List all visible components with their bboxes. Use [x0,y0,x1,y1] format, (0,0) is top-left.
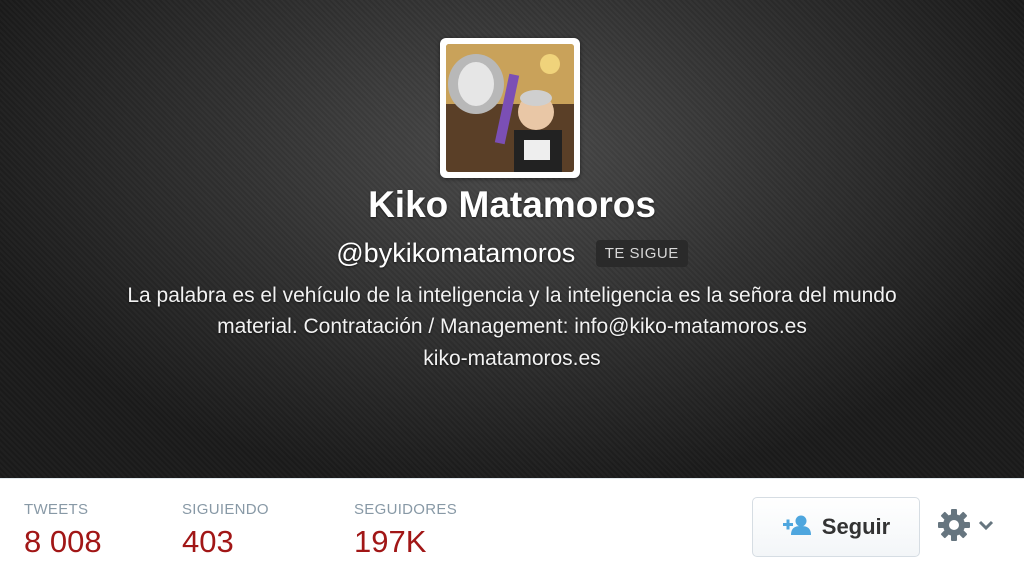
stat-label: TWEETS [24,501,89,518]
stat-value: 403 [182,524,234,559]
stat-tweets[interactable]: TWEETS 8 008 [24,501,102,560]
stat-following[interactable]: SIGUIENDO 403 [182,501,269,560]
stat-label: SIGUIENDO [182,501,269,518]
follows-you-badge: TE SIGUE [595,240,688,267]
follow-button-label: Seguir [821,514,891,539]
profile-bio: La palabra es el vehículo de la intelige… [127,284,897,338]
follow-button[interactable]: Seguir [752,497,920,557]
stat-value: 197K [354,524,427,559]
profile-name: Kiko Matamoros [368,184,656,225]
chevron-down-icon [978,518,994,536]
stat-followers[interactable]: SEGUIDORES 197K [354,501,457,560]
settings-dropdown[interactable] [936,507,1002,547]
avatar[interactable] [440,38,580,178]
profile-website-link[interactable]: kiko-matamoros.es [0,347,1024,371]
profile-handle[interactable]: @bykikomatamoros [336,238,575,268]
stat-value: 8 008 [24,524,102,559]
profile-header: Kiko Matamoros @bykikomatamoros TE SIGUE… [0,0,1024,478]
avatar-image [446,44,574,172]
gear-icon [936,507,972,548]
add-user-icon [782,514,812,541]
handle-row: @bykikomatamoros TE SIGUE [0,238,1024,269]
stat-label: SEGUIDORES [354,501,458,518]
